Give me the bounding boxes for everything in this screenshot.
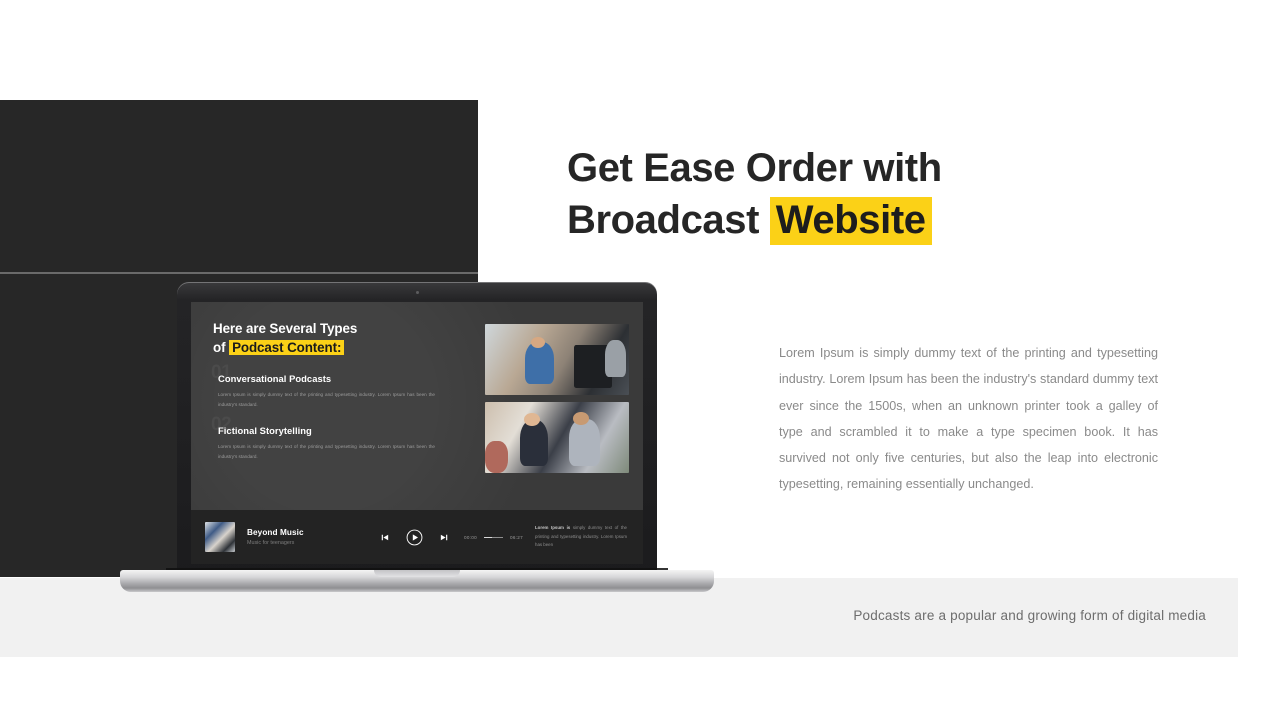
website-left-column: Here are Several Types of Podcast Conten… (211, 319, 463, 504)
laptop-mockup: Here are Several Types of Podcast Conten… (120, 282, 714, 592)
player-note-lead: Lorem Ipsum is (535, 525, 571, 531)
podcast-photo-1 (485, 324, 629, 395)
podcast-website: Here are Several Types of Podcast Conten… (191, 302, 643, 564)
topic-title: Fictional Storytelling (218, 425, 312, 436)
next-track-icon[interactable] (439, 532, 450, 543)
current-time-label: 00:00 (464, 534, 477, 540)
topic-item-2: 02 Fictional Storytelling Lorem Ipsum is… (211, 414, 463, 461)
podcast-photo-2 (485, 402, 629, 473)
player-progress[interactable]: 00:00 06:27 (464, 535, 523, 540)
website-heading-line-2-prefix: of (213, 340, 230, 355)
website-heading-highlight: Podcast Content: (229, 340, 345, 355)
total-time-label: 06:27 (510, 534, 523, 540)
headline-line-2-prefix: Broadcast (567, 198, 770, 242)
play-icon[interactable] (406, 529, 423, 546)
laptop-base-notch (374, 570, 460, 577)
panel-divider-line (0, 272, 478, 274)
footer-caption: Podcasts are a popular and growing form … (853, 608, 1206, 623)
website-heading-line-1: Here are Several Types (213, 321, 358, 336)
track-subtitle: Music for teenagers (247, 540, 295, 546)
headline-highlight: Website (769, 197, 932, 245)
player-controls (379, 529, 450, 546)
laptop-base (120, 570, 714, 592)
website-heading: Here are Several Types of Podcast Conten… (213, 319, 463, 357)
topic-description: Lorem Ipsum is simply dummy text of the … (218, 392, 435, 407)
page-title: Get Ease Order with Broadcast Website (567, 142, 1087, 246)
topic-item-1: 01 Conversational Podcasts Lorem Ipsum i… (211, 362, 463, 409)
progress-slider[interactable] (484, 536, 503, 538)
previous-track-icon[interactable] (379, 532, 390, 543)
album-art-thumbnail (205, 522, 235, 552)
topic-title: Conversational Podcasts (218, 373, 332, 384)
laptop-lid: Here are Several Types of Podcast Conten… (177, 282, 657, 578)
body-paragraph: Lorem Ipsum is simply dummy text of the … (779, 346, 1158, 492)
laptop-screen: Here are Several Types of Podcast Conten… (191, 302, 643, 564)
headline-line-1: Get Ease Order with (567, 146, 942, 190)
webcam-icon (415, 291, 419, 294)
track-info: Beyond Music Music for teenagers (247, 528, 367, 546)
website-main-content: Here are Several Types of Podcast Conten… (191, 302, 643, 510)
audio-player-bar: Beyond Music Music for teenagers 00:00 0… (191, 510, 643, 564)
website-photo-column (463, 319, 629, 504)
track-title: Beyond Music (247, 528, 304, 537)
topic-description: Lorem Ipsum is simply dummy text of the … (218, 444, 435, 459)
player-side-note: Lorem Ipsum is simply dummy text of the … (535, 524, 627, 550)
